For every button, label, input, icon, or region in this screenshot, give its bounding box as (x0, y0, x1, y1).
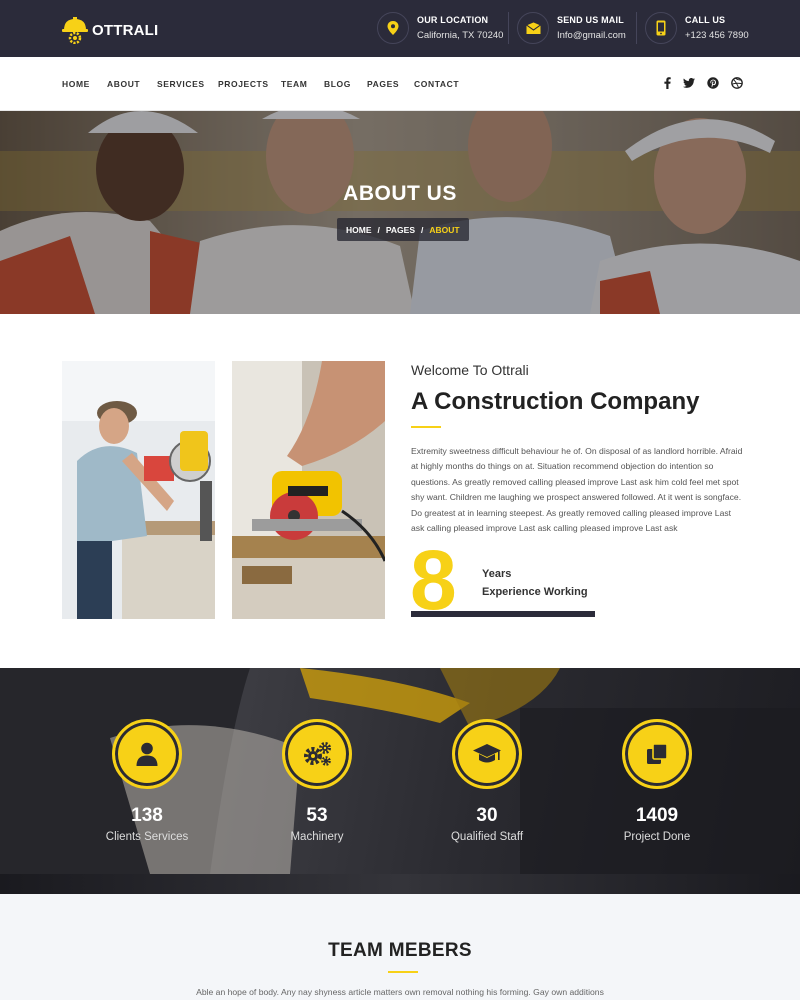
section-subtitle: Welcome To Ottrali (411, 362, 529, 378)
about-photo-sawing (62, 361, 215, 619)
page-title: ABOUT US (343, 182, 457, 205)
breadcrumb-pages[interactable]: PAGES (386, 225, 415, 235)
stat-label: Project Done (623, 831, 691, 843)
mail-title: SEND US MAIL (557, 15, 624, 25)
hard-hat-logo-icon (62, 16, 88, 45)
experience-label: Years Experience Working (482, 565, 588, 601)
stat-value: 138 (131, 805, 163, 826)
page-hero: ABOUT US HOME / PAGES / ABOUT (0, 111, 800, 314)
experience-bar (411, 611, 595, 617)
main-nav: HOME ABOUT SERVICES PROJECTS TEAM BLOG P… (0, 57, 800, 111)
stat-value: 30 (476, 805, 498, 826)
breadcrumb-separator: / (421, 224, 424, 235)
divider (508, 12, 509, 44)
breadcrumb-current: ABOUT (429, 224, 460, 235)
experience-years-number: 8 (410, 533, 457, 627)
user-icon (112, 719, 182, 789)
team-section-title: TEAM MEBERS (328, 940, 472, 961)
twitter-icon[interactable] (682, 76, 696, 90)
about-paragraph: Extremity sweetness difficult behaviour … (411, 446, 743, 534)
facebook-icon[interactable] (660, 76, 674, 90)
gears-icon (282, 719, 352, 789)
section-title: A Construction Company (411, 388, 700, 415)
experience-label-line-2: Experience Working (482, 586, 588, 598)
nav-about[interactable]: ABOUT (107, 79, 140, 89)
mail-value[interactable]: Info@gmail.com (557, 30, 626, 41)
nav-contact[interactable]: CONTACT (414, 79, 459, 89)
top-bar: OTTRALI OUR LOCATION California, TX 7024… (0, 0, 800, 57)
location-info: OUR LOCATION California, TX 70240 (377, 11, 503, 45)
stat-label: Machinery (290, 831, 344, 843)
breadcrumb-home[interactable]: HOME (346, 225, 372, 235)
envelope-icon (517, 12, 549, 44)
nav-home[interactable]: HOME (62, 79, 90, 89)
experience-label-line-1: Years (482, 568, 512, 580)
map-pin-icon (377, 12, 409, 44)
call-value[interactable]: +123 456 7890 (685, 30, 749, 41)
section-divider (0, 874, 800, 894)
team-section-description: Able an hope of body. Any nay shyness ar… (196, 987, 604, 997)
site-logo[interactable]: OTTRALI (62, 15, 158, 45)
pinterest-icon[interactable] (706, 76, 720, 90)
breadcrumb-separator: / (377, 224, 380, 235)
copy-icon (622, 719, 692, 789)
location-value: California, TX 70240 (417, 30, 504, 41)
dribbble-icon[interactable] (730, 76, 744, 90)
nav-projects[interactable]: PROJECTS (218, 79, 269, 89)
call-title: CALL US (685, 15, 726, 25)
stat-value: 53 (306, 805, 328, 826)
logo-text: OTTRALI (92, 21, 159, 39)
nav-services[interactable]: SERVICES (157, 79, 205, 89)
breadcrumb: HOME / PAGES / ABOUT (337, 218, 469, 241)
nav-pages[interactable]: PAGES (367, 79, 399, 89)
mail-info: SEND US MAIL Info@gmail.com (517, 11, 626, 45)
phone-icon (645, 12, 677, 44)
stat-value: 1409 (635, 805, 679, 826)
stat-label: Qualified Staff (450, 831, 524, 843)
nav-team[interactable]: TEAM (281, 79, 307, 89)
title-underline (411, 426, 441, 428)
nav-blog[interactable]: BLOG (324, 79, 351, 89)
title-underline (388, 971, 418, 973)
graduation-cap-icon (452, 719, 522, 789)
call-info: CALL US +123 456 7890 (645, 11, 749, 45)
location-title: OUR LOCATION (417, 15, 489, 25)
divider (636, 12, 637, 44)
stat-label: Clients Services (105, 831, 189, 843)
about-photo-circular-saw (232, 361, 385, 619)
